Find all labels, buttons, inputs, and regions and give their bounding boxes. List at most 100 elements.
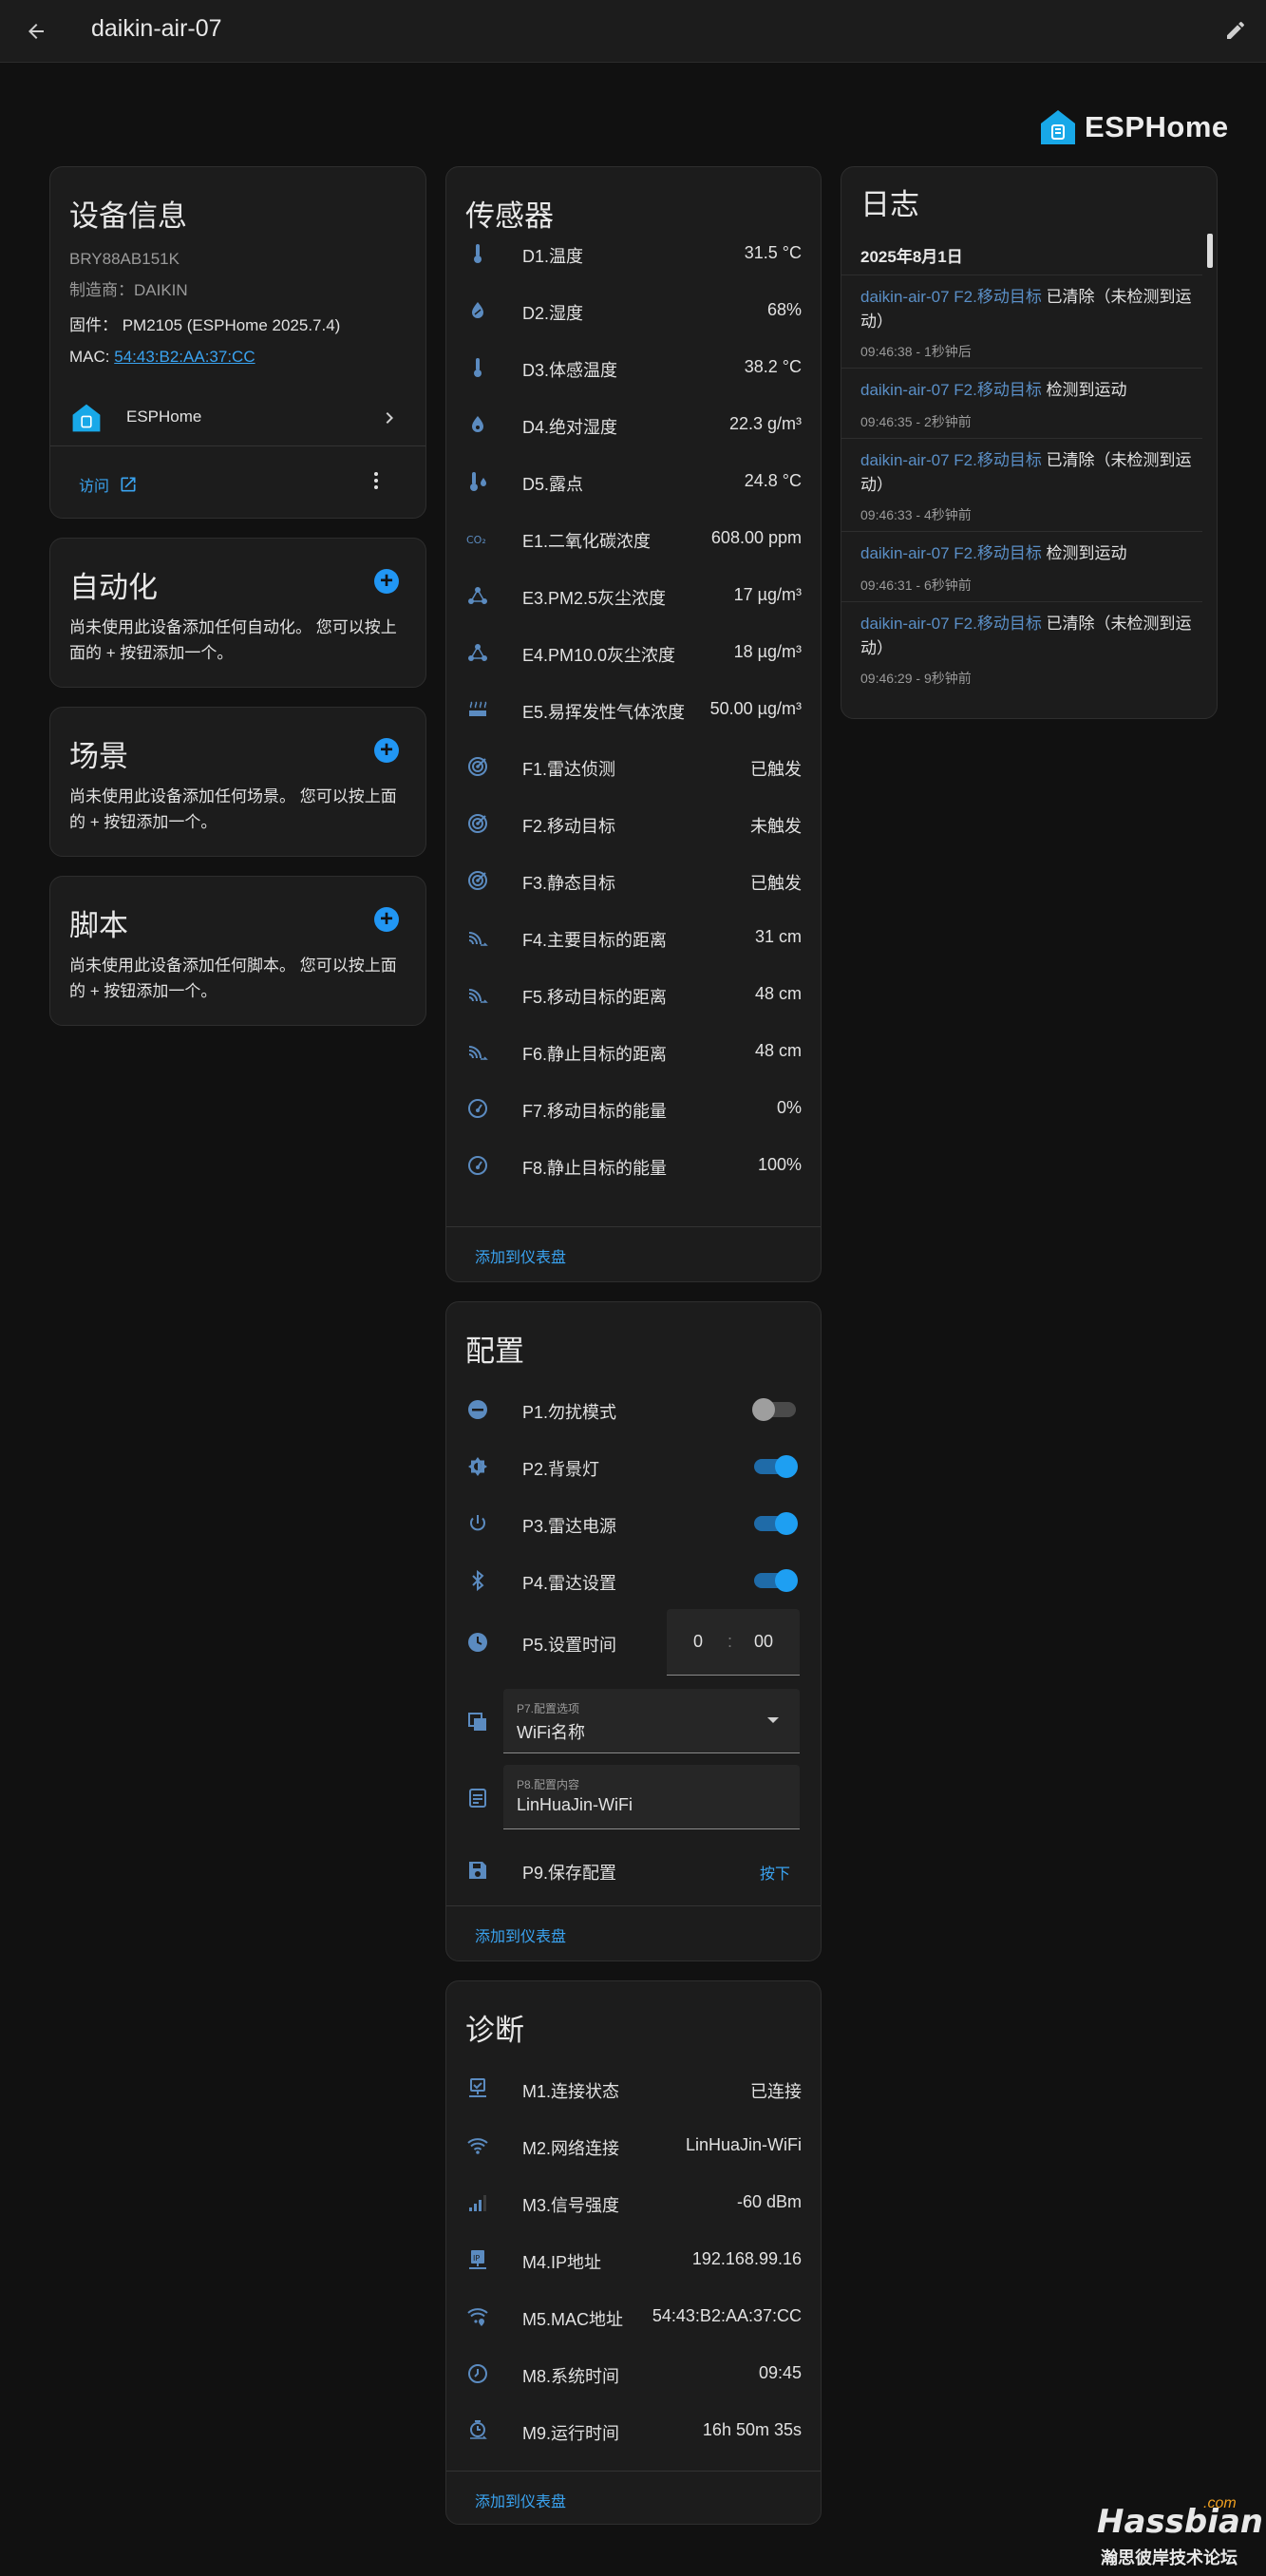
more-vertical-icon[interactable] <box>365 469 387 497</box>
radar-power-toggle[interactable] <box>754 1512 798 1535</box>
signal-distance-icon <box>465 1039 490 1064</box>
sensor-row[interactable]: F5.移动目标的距离 48 cm <box>446 966 821 1023</box>
add-script-icon[interactable]: + <box>374 907 399 932</box>
svg-text:CO₂: CO₂ <box>466 534 486 546</box>
config-option-select[interactable]: P7.配置选项 WiFi名称 <box>503 1689 800 1753</box>
diag-row[interactable]: M2.网络连接 LinHuaJin-WiFi <box>446 2117 821 2174</box>
diag-row[interactable]: M8.系统时间 09:45 <box>446 2345 821 2402</box>
sensor-name: F8.静止目标的能量 <box>522 1159 668 1178</box>
config-row-p2[interactable]: P2.背景灯 <box>446 1438 821 1495</box>
watermark-main: Hassbian <box>1097 2503 1264 2541</box>
config-add-to-dashboard[interactable]: 添加到仪表盘 <box>446 1905 821 1960</box>
brightness-icon <box>465 1454 490 1479</box>
back-arrow-icon[interactable] <box>21 16 51 47</box>
sensor-value: 未触发 <box>750 817 802 836</box>
device-model: BRY88AB151K <box>69 250 180 268</box>
time-hour[interactable]: 0 <box>693 1632 703 1652</box>
device-info-card: 设备信息 BRY88AB151K 制造商：DAIKIN 固件： PM2105 (… <box>49 166 426 519</box>
sensor-row[interactable]: D3.体感温度 38.2 °C <box>446 339 821 396</box>
sensor-name: E1.二氧化碳浓度 <box>522 532 652 551</box>
log-entity-link[interactable]: daikin-air-07 F2.移动目标 <box>860 615 1042 633</box>
log-entry[interactable]: daikin-air-07 F2.移动目标 已清除（未检测到运动） 09:46:2… <box>841 601 1202 694</box>
log-entity-link[interactable]: daikin-air-07 F2.移动目标 <box>860 288 1042 306</box>
log-entity-link[interactable]: daikin-air-07 F2.移动目标 <box>860 451 1042 469</box>
log-message: daikin-air-07 F2.移动目标 检测到运动 <box>860 378 1193 403</box>
press-button[interactable]: 按下 <box>760 1861 790 1884</box>
clock-icon <box>465 1630 490 1655</box>
sensor-row[interactable]: D4.绝对湿度 22.3 g/m³ <box>446 396 821 453</box>
sensor-row[interactable]: E5.易挥发性气体浓度 50.00 µg/m³ <box>446 681 821 738</box>
scene-title: 场景 <box>69 740 128 773</box>
svg-text:IP: IP <box>473 2254 480 2263</box>
sensor-row[interactable]: E3.PM2.5灰尘浓度 17 µg/m³ <box>446 567 821 624</box>
sensors-add-to-dashboard[interactable]: 添加到仪表盘 <box>446 1226 821 1281</box>
sensor-row[interactable]: D2.湿度 68% <box>446 282 821 339</box>
log-entry[interactable]: daikin-air-07 F2.移动目标 检测到运动 09:46:35 - 2秒… <box>841 368 1202 438</box>
config-row-p1[interactable]: P1.勿扰模式 <box>446 1381 821 1438</box>
log-entry[interactable]: daikin-air-07 F2.移动目标 检测到运动 09:46:31 - 6秒… <box>841 531 1202 601</box>
log-action: 检测到运动 <box>1041 544 1127 562</box>
log-entity-link[interactable]: daikin-air-07 F2.移动目标 <box>860 381 1042 399</box>
log-entry[interactable]: daikin-air-07 F2.移动目标 已清除（未检测到运动） 09:46:3… <box>841 275 1202 368</box>
diag-add-to-dashboard[interactable]: 添加到仪表盘 <box>446 2471 821 2524</box>
config-content-input[interactable]: P8.配置内容 LinHuaJin-WiFi <box>503 1765 800 1829</box>
water-percent-icon <box>465 298 490 323</box>
diag-row[interactable]: IP M4.IP地址 192.168.99.16 <box>446 2231 821 2288</box>
config-card: 配置 P1.勿扰模式 P2.背景灯 P3.雷达电源 P4.雷达设置 P5.设置时… <box>445 1301 822 1961</box>
input-value: LinHuaJin-WiFi <box>517 1795 633 1814</box>
time-minute[interactable]: 00 <box>754 1632 773 1652</box>
sensor-row[interactable]: F7.移动目标的能量 0% <box>446 1080 821 1137</box>
sensor-name: D5.露点 <box>522 475 584 494</box>
diag-row[interactable]: M9.运行时间 16h 50m 35s <box>446 2402 821 2459</box>
log-message: daikin-air-07 F2.移动目标 已清除（未检测到运动） <box>860 285 1193 334</box>
bluetooth-icon <box>465 1568 490 1593</box>
sensor-row[interactable]: F4.主要目标的距离 31 cm <box>446 909 821 966</box>
diag-row[interactable]: M3.信号强度 -60 dBm <box>446 2174 821 2231</box>
time-input[interactable]: 0 : 00 <box>667 1609 800 1676</box>
automation-title: 自动化 <box>69 571 158 604</box>
backlight-toggle[interactable] <box>754 1455 798 1478</box>
sensor-value: 608.00 ppm <box>710 528 802 547</box>
sensor-value: 48 cm <box>754 984 802 1003</box>
ip-network-icon: IP <box>465 2247 490 2272</box>
pencil-icon[interactable] <box>1220 15 1251 46</box>
sensor-row[interactable]: F3.静态目标 已触发 <box>446 852 821 909</box>
diag-row[interactable]: M1.连接状态 已连接 <box>446 2060 821 2117</box>
brand-name: ESPHome <box>1085 110 1229 143</box>
sensor-row[interactable]: F1.雷达侦测 已触发 <box>446 738 821 795</box>
sensor-row[interactable]: F6.静止目标的距离 48 cm <box>446 1023 821 1080</box>
molecule-icon <box>465 583 490 608</box>
page-title: daikin-air-07 <box>91 15 222 42</box>
minus-circle-icon <box>465 1397 490 1422</box>
config-row-p9: P9.保存配置 按下 <box>446 1842 821 1899</box>
log-action: 检测到运动 <box>1041 381 1127 399</box>
water-icon <box>465 412 490 437</box>
add-automation-icon[interactable]: + <box>374 569 399 594</box>
sensor-row[interactable]: E4.PM10.0灰尘浓度 18 µg/m³ <box>446 624 821 681</box>
diag-row[interactable]: M5.MAC地址 54:43:B2:AA:37:CC <box>446 2288 821 2345</box>
sensor-row[interactable]: F8.静止目标的能量 100% <box>446 1137 821 1194</box>
device-mac-link[interactable]: 54:43:B2:AA:37:CC <box>114 348 255 366</box>
select-icon <box>465 1710 490 1734</box>
config-row-p3[interactable]: P3.雷达电源 <box>446 1495 821 1552</box>
log-scrollbar[interactable] <box>1207 234 1213 268</box>
dnd-toggle[interactable] <box>752 1398 796 1421</box>
sensor-name: E4.PM10.0灰尘浓度 <box>522 646 676 665</box>
visit-link[interactable]: 访问 <box>79 473 138 496</box>
sensor-value: 已触发 <box>750 760 802 779</box>
automation-card: 自动化 + 尚未使用此设备添加任何自动化。 您可以按上面的 + 按钮添加一个。 <box>49 538 426 688</box>
config-row-p4[interactable]: P4.雷达设置 <box>446 1552 821 1609</box>
log-entry[interactable]: daikin-air-07 F2.移动目标 已清除（未检测到运动） 09:46:3… <box>841 438 1202 531</box>
sensor-row[interactable]: CO₂ E1.二氧化碳浓度 608.00 ppm <box>446 510 821 567</box>
config-name: P4.雷达设置 <box>522 1574 617 1593</box>
radar-settings-toggle[interactable] <box>754 1569 798 1592</box>
config-row-p5: P5.设置时间 0 : 00 <box>446 1609 821 1676</box>
sensor-name: F3.静态目标 <box>522 874 616 893</box>
sensor-value: 38.2 °C <box>744 357 802 376</box>
sensor-row[interactable]: D1.温度 31.5 °C <box>446 225 821 282</box>
add-scene-icon[interactable]: + <box>374 738 399 763</box>
sensor-row[interactable]: F2.移动目标 未触发 <box>446 795 821 852</box>
sensor-row[interactable]: D5.露点 24.8 °C <box>446 453 821 510</box>
esphome-integration-row[interactable]: ESPHome <box>50 389 425 446</box>
log-entity-link[interactable]: daikin-air-07 F2.移动目标 <box>860 544 1042 562</box>
